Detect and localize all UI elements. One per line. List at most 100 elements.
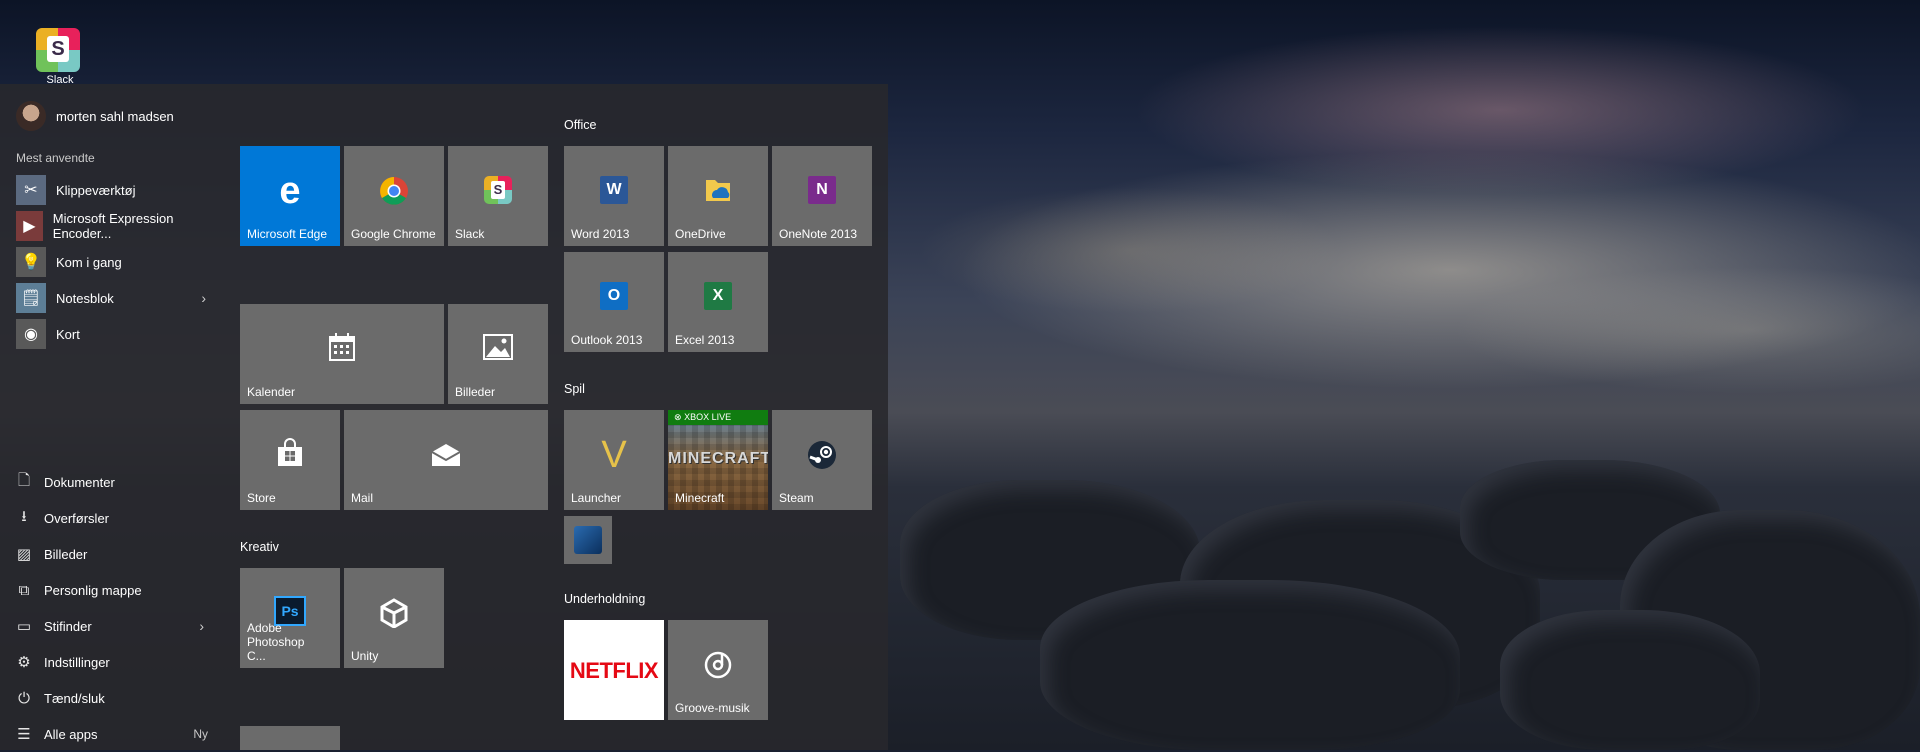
tile-partial-bottom[interactable]: [240, 726, 340, 750]
list-item-kom-i-gang[interactable]: 💡 Kom i gang: [16, 244, 216, 280]
group-title-underholdning[interactable]: Underholdning: [564, 592, 645, 606]
tile-slack[interactable]: S Slack: [448, 146, 548, 246]
netflix-logo: NETFLIX: [569, 658, 659, 683]
tile-label: Kalender: [247, 385, 296, 399]
onedrive-folder-icon: [668, 176, 768, 207]
game-app-icon: [574, 526, 602, 554]
tile-label: Google Chrome: [351, 227, 436, 241]
app-label: Kort: [56, 326, 80, 342]
tile-word-2013[interactable]: W Word 2013: [564, 146, 664, 246]
tile-outlook-2013[interactable]: O Outlook 2013: [564, 252, 664, 352]
link-label: Overførsler: [44, 510, 109, 526]
tile-label: Excel 2013: [675, 333, 735, 347]
system-links: 🗋 Dokumenter ⭳ Overførsler ▨ Billeder ⧉ …: [14, 464, 214, 752]
scissors-icon: ✂: [16, 175, 46, 205]
link-label: Personlig mappe: [44, 582, 142, 598]
tile-kalender[interactable]: Kalender: [240, 304, 444, 404]
list-item-kort[interactable]: ◉ Kort: [16, 316, 216, 352]
tile-label: Unity: [351, 649, 379, 663]
new-badge: Ny: [193, 727, 208, 741]
link-label: Dokumenter: [44, 474, 115, 490]
start-menu: morten sahl madsen Mest anvendte ✂ Klipp…: [0, 84, 888, 750]
download-icon: ⭳: [21, 507, 27, 525]
tile-photoshop[interactable]: Ps Adobe Photoshop C...: [240, 568, 340, 668]
tile-label: Minecraft: [675, 491, 725, 505]
group-title-spil[interactable]: Spil: [564, 382, 585, 396]
tile-microsoft-edge[interactable]: e Microsoft Edge: [240, 146, 340, 246]
user-name: morten sahl madsen: [56, 108, 174, 124]
tile-excel-2013[interactable]: X Excel 2013: [668, 252, 768, 352]
link-label: Alle apps: [44, 726, 98, 742]
tile-store[interactable]: Store: [240, 410, 340, 510]
tile-label: Word 2013: [571, 227, 630, 241]
tile-label: Microsoft Edge: [247, 227, 328, 241]
link-dokumenter[interactable]: 🗋 Dokumenter: [14, 464, 214, 500]
tile-onenote-2013[interactable]: N OneNote 2013: [772, 146, 872, 246]
word-icon: W: [564, 176, 664, 204]
avatar: [16, 101, 46, 131]
explorer-icon: ▭: [16, 618, 32, 635]
tile-label: Steam: [779, 491, 814, 505]
group-title-office[interactable]: Office: [564, 118, 596, 132]
store-bag-icon: [240, 438, 340, 471]
list-item-notesblok[interactable]: 🗒 Notesblok ›: [16, 280, 216, 316]
link-label: Tænd/sluk: [44, 690, 105, 706]
link-overfoersler[interactable]: ⭳ Overførsler: [14, 500, 214, 536]
xbox-live-banner: ⊗ XBOX LIVE: [668, 410, 768, 425]
link-taend-sluk[interactable]: ⏻ Tænd/sluk: [14, 680, 214, 716]
user-account[interactable]: morten sahl madsen: [16, 100, 174, 132]
link-personlig-mappe[interactable]: ⧉ Personlig mappe: [14, 572, 214, 608]
link-label: Stifinder: [44, 618, 92, 634]
excel-icon: X: [668, 282, 768, 310]
chrome-icon: [344, 176, 444, 209]
tile-label: Slack: [455, 227, 485, 241]
map-icon: ◉: [16, 319, 46, 349]
tile-label: Mail: [351, 491, 374, 505]
chevron-right-icon[interactable]: ›: [201, 290, 206, 306]
tile-steam[interactable]: Steam: [772, 410, 872, 510]
link-alle-apps[interactable]: ☰ Alle apps Ny: [14, 716, 214, 752]
tile-label: Groove-musik: [675, 701, 750, 715]
group-title-kreativ[interactable]: Kreativ: [240, 540, 279, 554]
tile-google-chrome[interactable]: Google Chrome: [344, 146, 444, 246]
mail-icon: [344, 442, 548, 471]
tile-minecraft[interactable]: ⊗ XBOX LIVE MINECRAFT Minecraft: [668, 410, 768, 510]
minecraft-logo: MINECRAFT: [668, 450, 768, 467]
chevron-right-icon[interactable]: ›: [199, 618, 204, 634]
desktop-slack-shortcut[interactable]: S Slack: [36, 28, 84, 86]
xbox-live-label: XBOX LIVE: [684, 412, 732, 422]
link-indstillinger[interactable]: ⚙ Indstillinger: [14, 644, 214, 680]
tile-groove-musik[interactable]: Groove-musik: [668, 620, 768, 720]
slack-icon: S: [36, 28, 80, 72]
power-icon: ⏻: [18, 689, 30, 707]
start-left-column: morten sahl madsen Mest anvendte ✂ Klipp…: [0, 84, 225, 750]
unity-icon: [344, 598, 444, 631]
gear-icon: ⚙: [17, 654, 31, 671]
link-label: Billeder: [44, 546, 88, 562]
list-item-expression-encoder[interactable]: ▶ Microsoft Expression Encoder...: [16, 208, 216, 244]
launcher-icon: V: [601, 434, 627, 476]
tile-label: Launcher: [571, 491, 622, 505]
tile-billeder[interactable]: Billeder: [448, 304, 548, 404]
tile-small-game[interactable]: [564, 516, 612, 564]
tile-launcher[interactable]: V Launcher: [564, 410, 664, 510]
outlook-icon: O: [564, 282, 664, 310]
folder-icon: ⧉: [18, 581, 30, 599]
most-used-heading: Mest anvendte: [16, 151, 95, 165]
tile-onedrive[interactable]: OneDrive: [668, 146, 768, 246]
app-label: Klippeværktøj: [56, 182, 136, 198]
photos-icon: [448, 334, 548, 363]
tile-netflix[interactable]: NETFLIX: [564, 620, 664, 720]
document-icon: 🗋: [17, 471, 31, 489]
link-label: Indstillinger: [44, 654, 110, 670]
list-item-klippevaerktoej[interactable]: ✂ Klippeværktøj: [16, 172, 216, 208]
edge-icon: e: [279, 170, 301, 212]
tile-label: Billeder: [455, 385, 496, 399]
link-billeder[interactable]: ▨ Billeder: [14, 536, 214, 572]
notepad-icon: 🗒: [16, 283, 46, 313]
app-label: Notesblok: [56, 290, 114, 306]
link-stifinder[interactable]: ▭ Stifinder ›: [14, 608, 214, 644]
xbox-icon: ⊗: [674, 412, 682, 422]
tile-unity[interactable]: Unity: [344, 568, 444, 668]
tile-mail[interactable]: Mail: [344, 410, 548, 510]
